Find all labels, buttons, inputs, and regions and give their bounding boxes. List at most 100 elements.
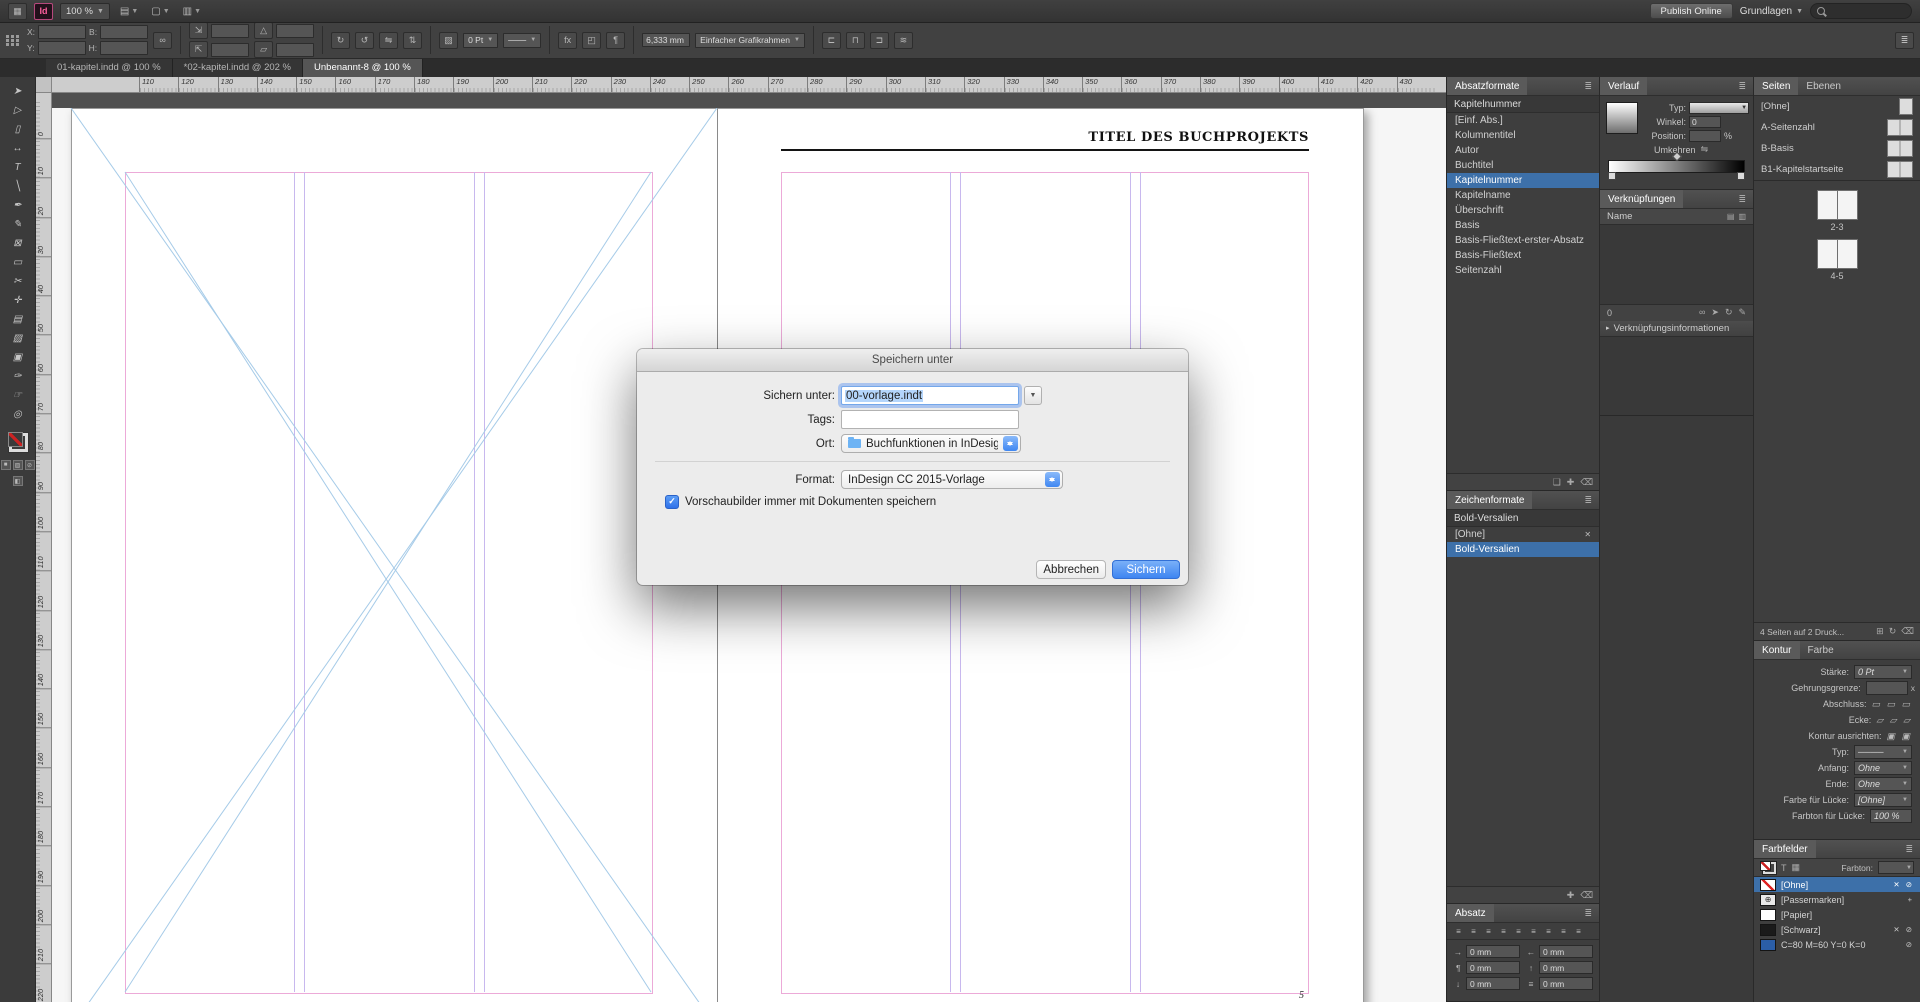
panel-menu-icon[interactable]: ≣ [1582, 495, 1596, 506]
paragraph-spacing-field[interactable]: ≡ 0 mm [1526, 977, 1594, 990]
tab-verknuepfungen[interactable]: Verknüpfungen [1600, 190, 1684, 208]
rectangle-frame-tool[interactable]: ⊠ [6, 234, 30, 252]
gradient-stop[interactable] [1737, 172, 1746, 180]
delete-style-icon[interactable]: ⌫ [1580, 477, 1593, 488]
effects-icon[interactable]: fx [558, 31, 578, 49]
preview-checkbox[interactable]: ✓ [665, 494, 679, 509]
character-style-item[interactable]: Bold-Versalien [1447, 542, 1600, 557]
align-right-icon[interactable]: ⊐ [869, 31, 889, 49]
normal-view-mode-icon[interactable]: ◧ [12, 476, 23, 486]
tint-field[interactable]: ▼ [1878, 861, 1914, 874]
paragraph-spacing-field[interactable]: ¶ 0 mm [1453, 961, 1521, 974]
format-popup[interactable]: InDesign CC 2015-Vorlage [841, 470, 1063, 489]
ruler-origin-corner[interactable] [36, 77, 52, 93]
align-icon[interactable]: ≡ [1543, 926, 1554, 937]
zoom-level-dropdown[interactable]: 100 % ▼ [60, 2, 110, 20]
free-transform-tool[interactable]: ✛ [6, 291, 30, 309]
reverse-gradient-icon[interactable]: ⇋ [1701, 144, 1709, 155]
delete-style-icon[interactable]: ⌫ [1580, 890, 1593, 901]
align-icon[interactable]: ≡ [1468, 926, 1479, 937]
direct-selection-tool[interactable]: ▷ [6, 101, 30, 119]
document-tab[interactable]: Unbenannt-8 @ 100 % [303, 58, 423, 77]
swatch-fill-stroke-proxy[interactable] [1760, 861, 1778, 875]
height-field[interactable] [100, 41, 149, 55]
paragraph-spacing-field[interactable]: ↑ 0 mm [1526, 961, 1594, 974]
gradient-stop[interactable] [1608, 172, 1617, 180]
character-style-item[interactable]: [Ohne] ✕ [1447, 527, 1599, 542]
rotate-90-cw-icon[interactable]: ↻ [331, 31, 351, 49]
align-left-icon[interactable]: ⊏ [821, 31, 841, 49]
stroke-weight-dropdown[interactable]: 0 Pt ▼ [463, 32, 499, 48]
shear-angle-field[interactable] [276, 42, 315, 57]
paragraph-spacing-field[interactable]: ↓ 0 mm [1453, 977, 1521, 990]
align-icon[interactable]: ≡ [1498, 926, 1509, 937]
spacing-field[interactable]: 6,333 mm [642, 33, 691, 47]
tab-absatz[interactable]: Absatz [1447, 904, 1494, 922]
stroke-color-icon[interactable]: ▨ [439, 31, 459, 49]
scissors-tool[interactable]: ✂ [6, 272, 30, 290]
vertical-ruler[interactable]: 0 10 20 30 40 50 60 70 80 90 100 110 120 130 140 150 160… [36, 92, 52, 1002]
flip-vertical-icon[interactable]: ⇅ [403, 31, 423, 49]
paragraph-style-item[interactable]: Basis-Fließtext-erster-Absatz [1447, 233, 1599, 248]
scale-y-field[interactable] [211, 42, 250, 57]
master-page-item[interactable]: B-Basis [1754, 138, 1920, 159]
new-style-icon[interactable]: ✚ [1567, 890, 1575, 901]
zoom-tool[interactable]: ◎ [6, 405, 30, 423]
pencil-tool[interactable]: ✎ [6, 215, 30, 233]
width-field[interactable] [100, 25, 149, 39]
panel-menu-icon[interactable]: ≣ [1736, 194, 1750, 205]
fill-swatch[interactable] [7, 432, 23, 447]
swatch-item[interactable]: [Papier] [1754, 907, 1920, 922]
y-position-field[interactable] [37, 41, 86, 55]
filename-input[interactable]: 00-vorlage.indt [841, 386, 1019, 405]
update-link-icon[interactable]: ↻ [1725, 307, 1733, 318]
master-page-item[interactable]: B1-Kapitelstartseite [1754, 159, 1920, 180]
panel-menu-icon[interactable]: ≣ [1736, 81, 1750, 92]
object-color-icon[interactable]: ▦ [1792, 862, 1801, 873]
apply-color-icon[interactable]: ■ [0, 460, 11, 470]
tab-verlauf[interactable]: Verlauf [1600, 77, 1648, 95]
master-page-item[interactable]: [Ohne] [1754, 96, 1920, 117]
paragraph-style-item[interactable]: Kapitelnummer [1447, 173, 1600, 188]
scale-x-field[interactable] [211, 23, 250, 38]
align-icon[interactable]: ≡ [1513, 926, 1524, 937]
gradient-type-dropdown[interactable]: ▼ [1689, 101, 1750, 114]
cancel-button[interactable]: Abbrechen [1036, 560, 1106, 579]
gradient-tool[interactable]: ▤ [6, 310, 30, 328]
tags-input[interactable] [841, 410, 1019, 429]
active-character-style[interactable]: Bold-Versalien [1447, 510, 1600, 527]
location-popup[interactable]: Buchfunktionen in InDesign [841, 434, 1021, 453]
app-grid-icon[interactable]: ▦ [8, 2, 27, 20]
pages-panel-tab[interactable]: Ebenen [1798, 77, 1848, 95]
style-group-icon[interactable]: ❑ [1553, 477, 1561, 488]
align-center-icon[interactable]: ⊓ [845, 31, 865, 49]
screen-mode-dropdown[interactable]: ▢ ▼ [148, 6, 172, 17]
swatch-item[interactable]: [Passermarken] + [1754, 892, 1920, 907]
tab-zeichenformate[interactable]: Zeichenformate [1447, 491, 1533, 509]
publish-online-button[interactable]: Publish Online [1649, 3, 1733, 19]
paragraph-style-item[interactable]: Kolumnentitel [1447, 128, 1599, 143]
link-info-header[interactable]: ▸ Verknüpfungsinformationen [1600, 320, 1754, 337]
active-paragraph-style[interactable]: Kapitelnummer [1447, 96, 1600, 113]
arrange-documents-dropdown[interactable]: ▥ ▼ [180, 6, 204, 17]
paragraph-style-item[interactable]: [Einf. Abs.] [1447, 113, 1599, 128]
paragraph-style-item[interactable]: Autor [1447, 143, 1599, 158]
page-transitions-icon[interactable]: ⊞ [1876, 626, 1884, 637]
gradient-position-field[interactable] [1689, 129, 1722, 142]
object-style-dropdown[interactable]: Einfacher Grafikrahmen ▼ [695, 32, 805, 48]
paragraph-style-item[interactable]: Seitenzahl [1447, 263, 1599, 278]
tab-farbfelder[interactable]: Farbfelder [1754, 840, 1816, 858]
gap-tool[interactable]: ↔ [6, 139, 30, 157]
stroke-style-dropdown[interactable]: ─── ▼ [503, 32, 542, 48]
panel-menu-icon[interactable]: ≣ [1582, 81, 1596, 92]
align-icon[interactable]: ≡ [1453, 926, 1464, 937]
new-style-icon[interactable]: ✚ [1567, 477, 1575, 488]
filename-history-dropdown[interactable]: ▼ [1024, 386, 1042, 405]
gradient-ramp[interactable] [1608, 151, 1746, 180]
horizontal-ruler[interactable]: 110 120 130 140 150 160 170 180 190 200 210 220 230 2… [51, 77, 1446, 93]
line-tool[interactable]: ╲ [6, 177, 30, 195]
selection-tool[interactable]: ➤ [6, 82, 30, 100]
links-list[interactable] [1600, 225, 1754, 304]
paragraph-style-item[interactable]: Basis [1447, 218, 1599, 233]
text-color-icon[interactable]: T [1781, 863, 1787, 873]
